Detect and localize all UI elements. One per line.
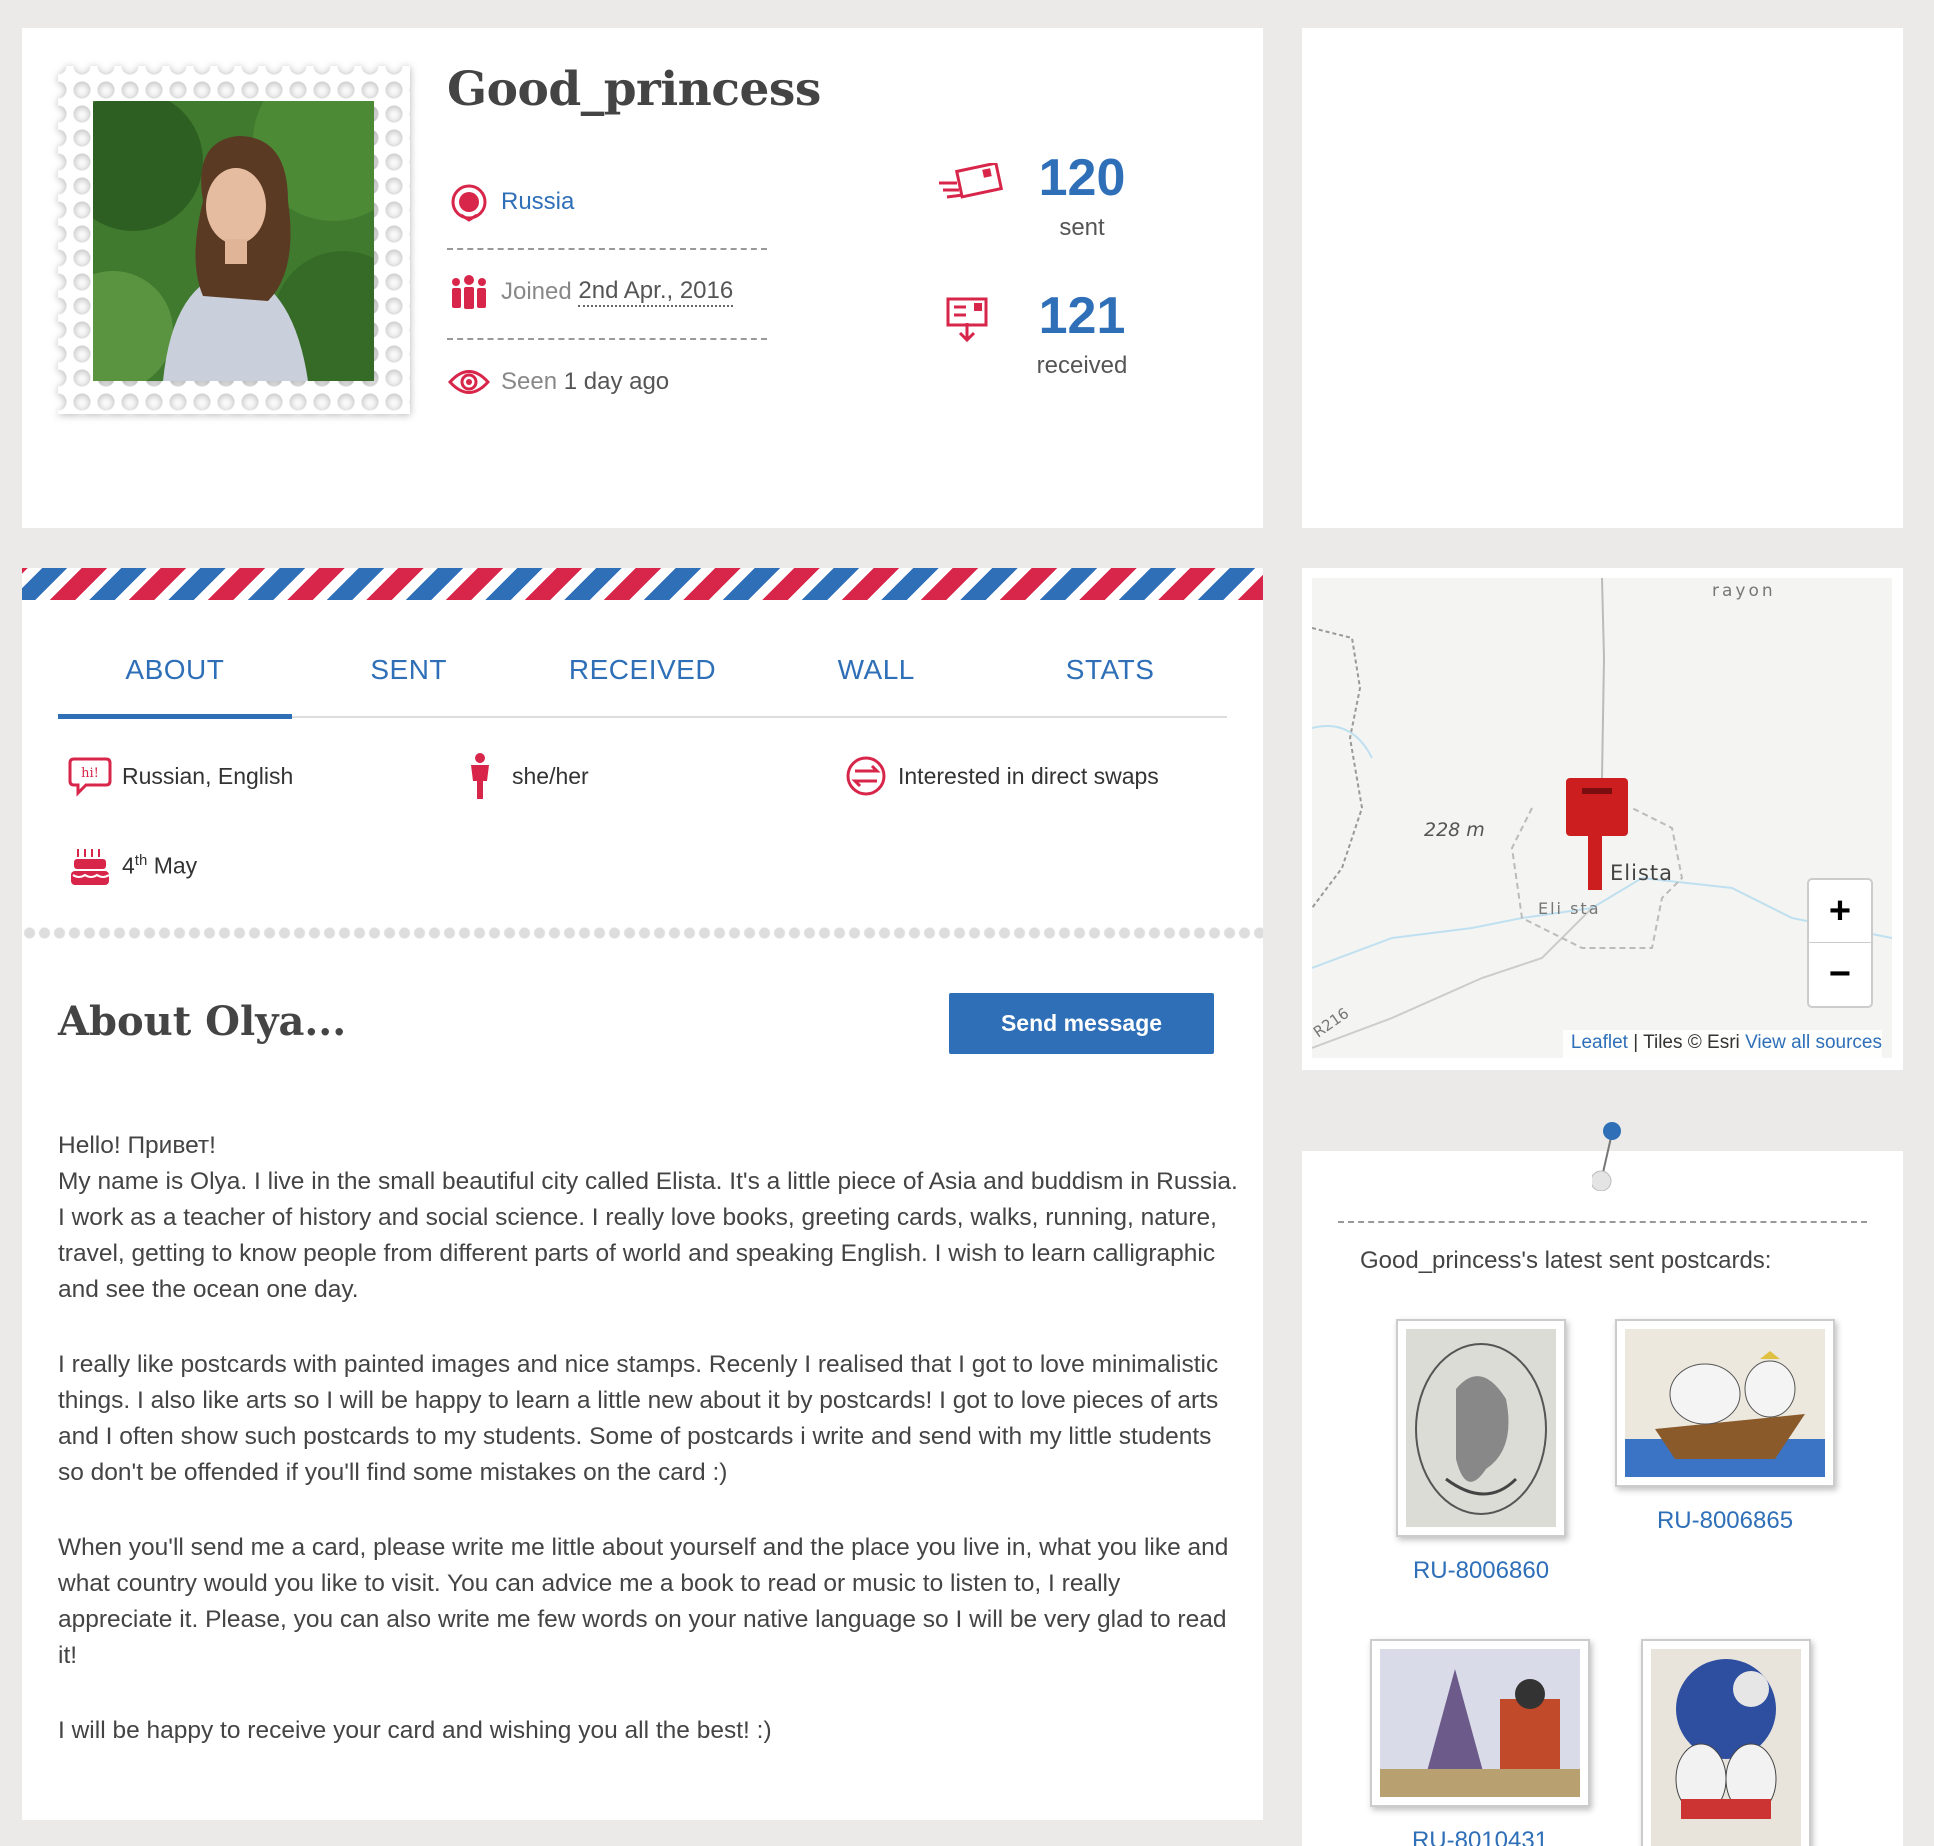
swaps-value: Interested in direct swaps bbox=[898, 762, 1159, 789]
airmail-border bbox=[22, 568, 1263, 600]
about-paragraph: When you'll send me a card, please write… bbox=[58, 1534, 1229, 1669]
swaps-fact: Interested in direct swaps bbox=[844, 754, 1159, 798]
received-count: 121 bbox=[1038, 287, 1126, 345]
birthday-value: 4th May bbox=[122, 852, 198, 879]
view-sources-link[interactable]: View all sources bbox=[1745, 1032, 1882, 1053]
latest-title: Good_princess's latest sent postcards: bbox=[1360, 1247, 1772, 1274]
zoom-in-button[interactable]: + bbox=[1809, 880, 1871, 943]
profile-card: Good_princess Russia Joined 2nd Apr., 20… bbox=[22, 28, 1263, 528]
cake-icon bbox=[68, 844, 112, 888]
about-text: Hello! Привет! My name is Olya. I live i… bbox=[58, 1128, 1238, 1788]
svg-text:rayon: rayon bbox=[1712, 581, 1776, 601]
dotted-separator bbox=[22, 926, 1263, 940]
tab-stats[interactable]: STATS bbox=[993, 634, 1227, 716]
tab-received[interactable]: RECEIVED bbox=[526, 634, 760, 716]
zoom-out-button[interactable]: − bbox=[1809, 943, 1871, 1006]
postcard-id-link[interactable]: RU-8006860 bbox=[1396, 1557, 1566, 1585]
seen-row: Seen 1 day ago bbox=[447, 352, 767, 412]
postcard-id-link[interactable]: RU-8010431 bbox=[1370, 1827, 1590, 1846]
sent-stat[interactable]: 120 sent bbox=[1002, 148, 1162, 242]
profile-tabs: ABOUT SENT RECEIVED WALL STATS bbox=[58, 634, 1227, 719]
postcard-id-link[interactable]: RU-8006865 bbox=[1615, 1507, 1835, 1535]
sent-count: 120 bbox=[1038, 149, 1126, 207]
about-paragraph: I will be happy to receive your card and… bbox=[58, 1717, 772, 1744]
leaflet-link[interactable]: Leaflet bbox=[1571, 1032, 1628, 1053]
people-icon bbox=[447, 270, 491, 314]
map-attribution: Leaflet | Tiles © Esri View all sources bbox=[1562, 1030, 1882, 1058]
location-map[interactable]: rayon 228 m Elista Eli sta R216 + − Leaf… bbox=[1312, 578, 1892, 1058]
person-icon bbox=[458, 753, 502, 799]
tab-wall[interactable]: WALL bbox=[759, 634, 993, 716]
avatar[interactable] bbox=[93, 101, 374, 381]
postcard-thumb[interactable]: RU-8006860 bbox=[1396, 1319, 1566, 1585]
send-message-button[interactable]: Send message bbox=[949, 993, 1214, 1054]
received-label: received bbox=[1036, 352, 1128, 379]
birthday-fact: 4th May bbox=[68, 844, 197, 888]
map-card: rayon 228 m Elista Eli sta R216 + − Leaf… bbox=[1302, 568, 1903, 1070]
latest-postcards-card: Good_princess's latest sent postcards: R… bbox=[1302, 1122, 1903, 1846]
swap-icon bbox=[844, 754, 888, 798]
postcard-image-ru-8006860 bbox=[1406, 1329, 1556, 1527]
username: Good_princess bbox=[447, 62, 821, 117]
postcard-sent-icon bbox=[937, 161, 1004, 210]
postcard-received-icon bbox=[944, 295, 990, 348]
svg-text:hi!: hi! bbox=[81, 766, 99, 781]
postcard-thumb[interactable]: RU-8010431 bbox=[1370, 1639, 1590, 1846]
postcard-image-4 bbox=[1651, 1649, 1801, 1846]
tab-sent[interactable]: SENT bbox=[292, 634, 526, 716]
languages-value: Russian, English bbox=[122, 762, 294, 789]
country-link[interactable]: Russia bbox=[501, 188, 574, 216]
joined-date: 2nd Apr., 2016 bbox=[578, 277, 734, 307]
map-zoom-control: + − bbox=[1807, 878, 1873, 1008]
languages-fact: hi! Russian, English bbox=[68, 754, 293, 798]
svg-text:228 m: 228 m bbox=[1424, 819, 1485, 841]
sidebar-top-panel bbox=[1302, 28, 1903, 528]
svg-text:Eli sta: Eli sta bbox=[1538, 899, 1601, 918]
about-title: About Olya... bbox=[58, 998, 347, 1045]
joined-label: Joined bbox=[501, 278, 572, 305]
postcard-thumb[interactable]: RU-8006865 bbox=[1615, 1319, 1835, 1535]
svg-text:Elista: Elista bbox=[1610, 861, 1673, 885]
about-paragraph: Hello! Привет! My name is Olya. I live i… bbox=[58, 1132, 1238, 1303]
postcard-thumb[interactable] bbox=[1641, 1639, 1811, 1846]
seen-label: Seen bbox=[501, 368, 558, 395]
postcard-image-ru-8010431 bbox=[1380, 1649, 1580, 1797]
joined-row: Joined 2nd Apr., 2016 bbox=[447, 262, 767, 322]
main-card: ABOUT SENT RECEIVED WALL STATS hi! Russi… bbox=[22, 568, 1263, 1820]
speech-bubble-icon: hi! bbox=[68, 754, 112, 798]
country-row: Russia bbox=[447, 172, 767, 232]
postcard-image-ru-8006865 bbox=[1625, 1329, 1825, 1477]
pronouns-fact: she/her bbox=[458, 753, 589, 799]
about-paragraph: I really like postcards with painted ima… bbox=[58, 1351, 1219, 1486]
eye-icon bbox=[447, 360, 491, 404]
tab-about[interactable]: ABOUT bbox=[58, 634, 292, 719]
globe-icon bbox=[447, 180, 491, 224]
pronouns-value: she/her bbox=[512, 762, 589, 789]
sent-label: sent bbox=[1059, 214, 1105, 241]
avatar-stamp-frame bbox=[58, 66, 410, 414]
received-stat[interactable]: 121 received bbox=[1002, 286, 1162, 380]
pushpin-icon bbox=[1590, 1121, 1622, 1196]
seen-value: 1 day ago bbox=[563, 368, 670, 395]
